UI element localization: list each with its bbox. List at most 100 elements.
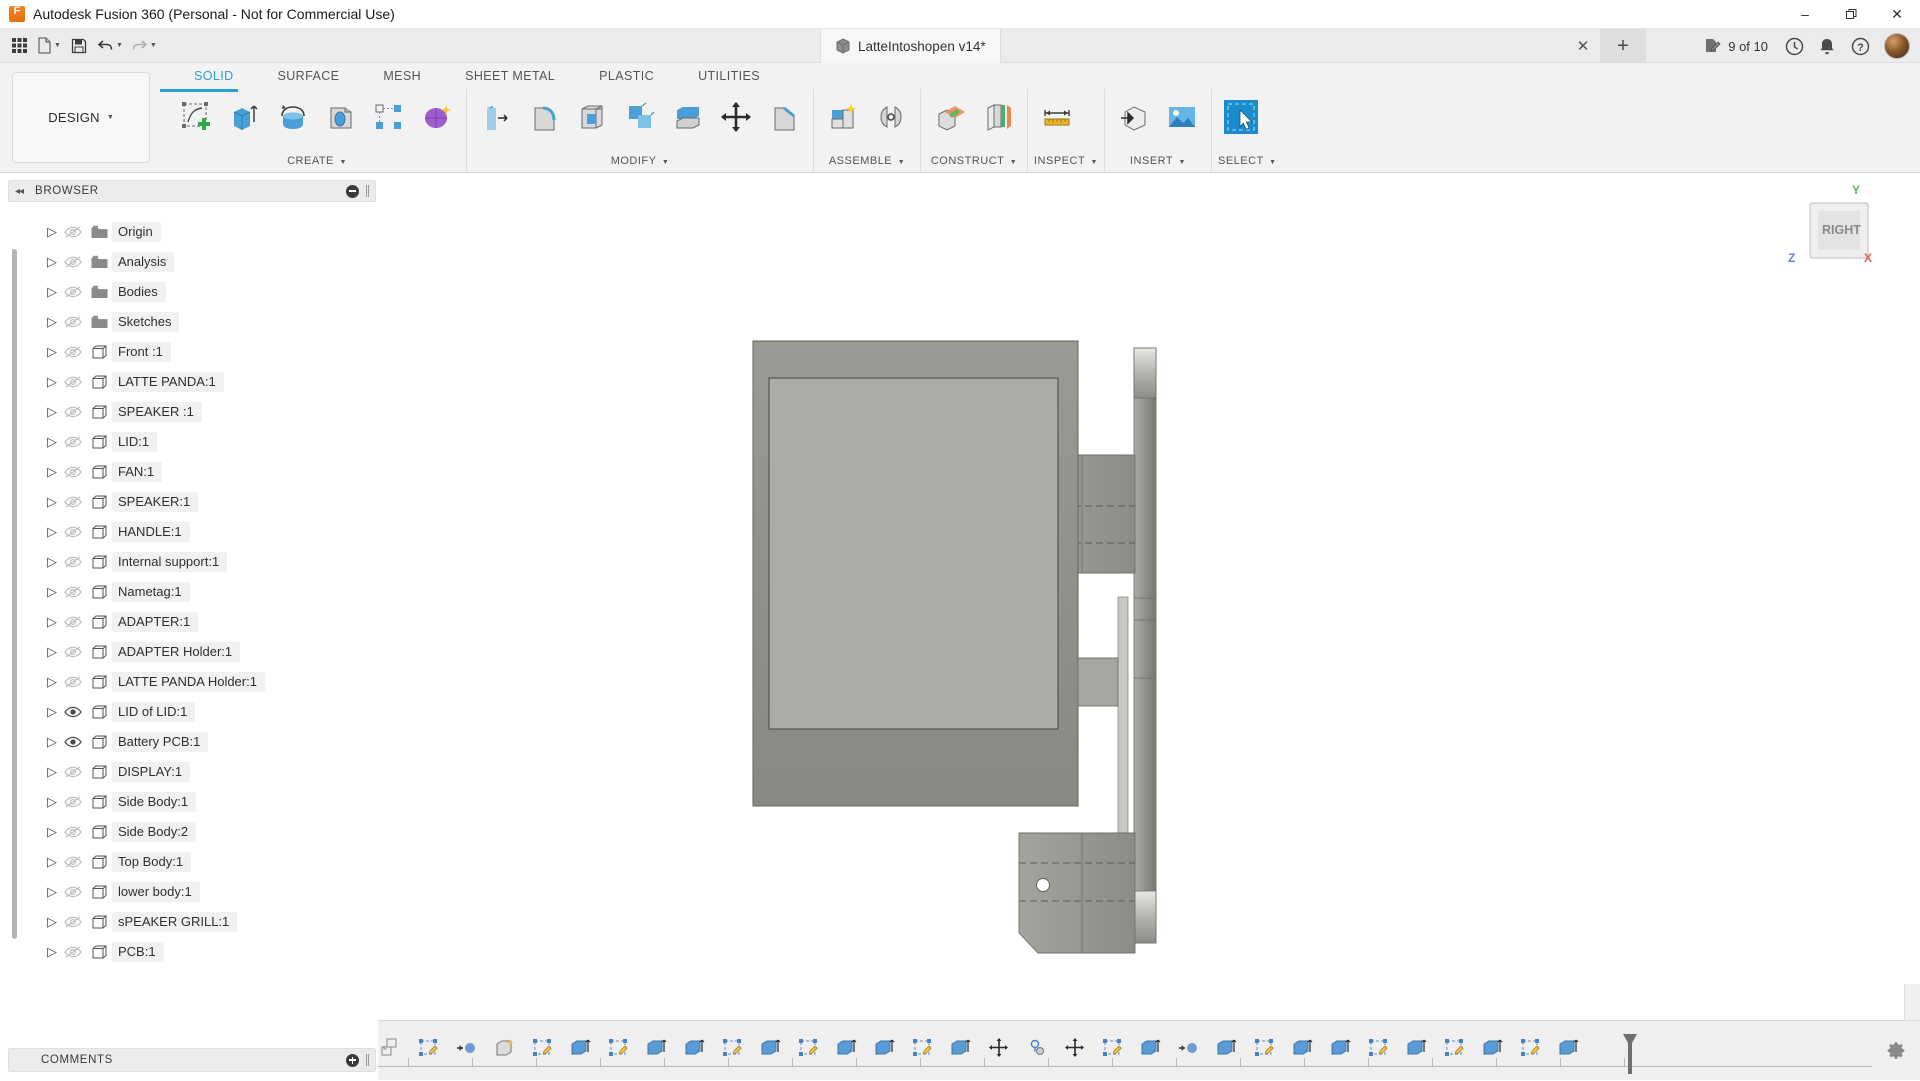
save-icon[interactable]: [66, 32, 92, 60]
tab-plastic[interactable]: PLASTIC: [577, 63, 676, 89]
visibility-hidden-icon[interactable]: [60, 315, 86, 329]
expand-arrow-icon[interactable]: ▷: [44, 554, 60, 570]
pattern-icon[interactable]: [366, 92, 412, 142]
expand-arrow-icon[interactable]: ▷: [44, 824, 60, 840]
visibility-hidden-icon[interactable]: [60, 885, 86, 899]
visibility-hidden-icon[interactable]: [60, 585, 86, 599]
visibility-hidden-icon[interactable]: [60, 255, 86, 269]
visibility-hidden-icon[interactable]: [60, 405, 86, 419]
tree-item-side-body-2[interactable]: ▷ Side Body:2: [0, 817, 378, 847]
browser-scrollbar[interactable]: [12, 249, 17, 939]
press-pull-icon[interactable]: [473, 92, 519, 142]
expand-arrow-icon[interactable]: ▷: [44, 314, 60, 330]
chevron-down-icon[interactable]: ▼: [54, 42, 61, 49]
tree-item-pcb[interactable]: ▷ PCB:1: [0, 937, 378, 967]
panel-resize-grip[interactable]: [366, 185, 369, 197]
visibility-hidden-icon[interactable]: [60, 225, 86, 239]
redo-icon[interactable]: ▼: [128, 32, 160, 60]
select-window-icon[interactable]: [1218, 92, 1264, 142]
tree-item-display[interactable]: ▷ DISPLAY:1: [0, 757, 378, 787]
document-tab[interactable]: LatteIntoshopen v14*: [820, 29, 1001, 63]
chevron-down-icon[interactable]: ▼: [150, 42, 157, 49]
extrude-icon[interactable]: [222, 92, 268, 142]
expand-arrow-icon[interactable]: ▷: [44, 794, 60, 810]
expand-arrow-icon[interactable]: ▷: [44, 614, 60, 630]
visibility-hidden-icon[interactable]: [60, 525, 86, 539]
expand-arrow-icon[interactable]: ▷: [44, 674, 60, 690]
visibility-hidden-icon[interactable]: [60, 675, 86, 689]
timeline-track[interactable]: [204, 1021, 1872, 1081]
tree-item-front[interactable]: ▷ Front :1: [0, 337, 378, 367]
insert-derive-icon[interactable]: [1111, 92, 1157, 142]
tab-mesh[interactable]: MESH: [361, 63, 443, 89]
tree-item-adapter-holder[interactable]: ▷ ADAPTER Holder:1: [0, 637, 378, 667]
expand-arrow-icon[interactable]: ▷: [44, 704, 60, 720]
gear-icon[interactable]: [1872, 1021, 1920, 1081]
new-sketch-icon[interactable]: [174, 92, 220, 142]
move-copy-icon[interactable]: [713, 92, 759, 142]
tree-item-analysis[interactable]: ▷ Analysis: [0, 247, 378, 277]
tree-item-latte-panda-holder[interactable]: ▷ LATTE PANDA Holder:1: [0, 667, 378, 697]
visibility-visible-icon[interactable]: [60, 735, 86, 749]
visibility-hidden-icon[interactable]: [60, 555, 86, 569]
expand-arrow-icon[interactable]: ▷: [44, 734, 60, 750]
tree-item-latte-panda[interactable]: ▷ LATTE PANDA:1: [0, 367, 378, 397]
tree-item-internal-support[interactable]: ▷ Internal support:1: [0, 547, 378, 577]
new-component-icon[interactable]: [820, 92, 866, 142]
model-3d-view[interactable]: [378, 173, 1920, 1080]
minus-circle-icon[interactable]: [346, 185, 359, 198]
expand-arrow-icon[interactable]: ▷: [44, 854, 60, 870]
tree-item-lid-of-lid[interactable]: ▷ LID of LID:1: [0, 697, 378, 727]
panel-resize-grip[interactable]: [366, 1054, 369, 1066]
visibility-hidden-icon[interactable]: [60, 465, 86, 479]
close-button[interactable]: ✕: [1874, 0, 1920, 29]
offset-plane-icon[interactable]: [927, 92, 973, 142]
visibility-hidden-icon[interactable]: [60, 435, 86, 449]
expand-arrow-icon[interactable]: ▷: [44, 284, 60, 300]
bell-icon[interactable]: [1812, 31, 1842, 61]
plus-circle-icon[interactable]: [346, 1054, 359, 1067]
timeline-marker[interactable]: [1622, 1033, 1636, 1073]
expand-arrow-icon[interactable]: ▷: [44, 524, 60, 540]
tree-item-fan[interactable]: ▷ FAN:1: [0, 457, 378, 487]
tab-utilities[interactable]: UTILITIES: [676, 63, 782, 89]
tree-item-handle[interactable]: ▷ HANDLE:1: [0, 517, 378, 547]
visibility-hidden-icon[interactable]: [60, 345, 86, 359]
view-cube-widget[interactable]: RIGHT Y Z X: [1782, 183, 1902, 293]
workspace-selector[interactable]: DESIGN ▼: [12, 72, 150, 163]
maximize-button[interactable]: [1828, 0, 1874, 29]
expand-arrow-icon[interactable]: ▷: [44, 344, 60, 360]
browser-tree[interactable]: ▷ Origin ▷ Analysis ▷: [0, 209, 378, 1039]
visibility-hidden-icon[interactable]: [60, 285, 86, 299]
fillet-icon[interactable]: [521, 92, 567, 142]
viewport-canvas[interactable]: RIGHT Y Z X ▼: [378, 173, 1920, 1080]
joint-icon[interactable]: [868, 92, 914, 142]
undo-icon[interactable]: ▼: [94, 32, 126, 60]
visibility-hidden-icon[interactable]: [60, 375, 86, 389]
tree-item-top-body[interactable]: ▷ Top Body:1: [0, 847, 378, 877]
expand-arrow-icon[interactable]: ▷: [44, 914, 60, 930]
new-file-icon[interactable]: ▼: [34, 32, 64, 60]
expand-arrow-icon[interactable]: ▷: [44, 884, 60, 900]
tree-item-speaker-space[interactable]: ▷ SPEAKER :1: [0, 397, 378, 427]
combine-icon[interactable]: [617, 92, 663, 142]
tree-item-battery-pcb[interactable]: ▷ Battery PCB:1: [0, 727, 378, 757]
comments-panel[interactable]: COMMENTS: [8, 1048, 376, 1072]
expand-arrow-icon[interactable]: ▷: [44, 944, 60, 960]
visibility-hidden-icon[interactable]: [60, 795, 86, 809]
expand-arrow-icon[interactable]: ▷: [44, 494, 60, 510]
chamfer-icon[interactable]: [761, 92, 807, 142]
expand-arrow-icon[interactable]: ▷: [44, 224, 60, 240]
expand-arrow-icon[interactable]: ▷: [44, 764, 60, 780]
form-icon[interactable]: [414, 92, 460, 142]
visibility-hidden-icon[interactable]: [60, 615, 86, 629]
expand-arrow-icon[interactable]: ▷: [44, 464, 60, 480]
tree-item-side-body-1[interactable]: ▷ Side Body:1: [0, 787, 378, 817]
tree-item-origin[interactable]: ▷ Origin: [0, 217, 378, 247]
tree-item-adapter[interactable]: ▷ ADAPTER:1: [0, 607, 378, 637]
offset-face-icon[interactable]: [665, 92, 711, 142]
insert-image-icon[interactable]: [1159, 92, 1205, 142]
measure-icon[interactable]: [1034, 92, 1080, 142]
user-avatar[interactable]: [1884, 33, 1910, 59]
visibility-hidden-icon[interactable]: [60, 495, 86, 509]
